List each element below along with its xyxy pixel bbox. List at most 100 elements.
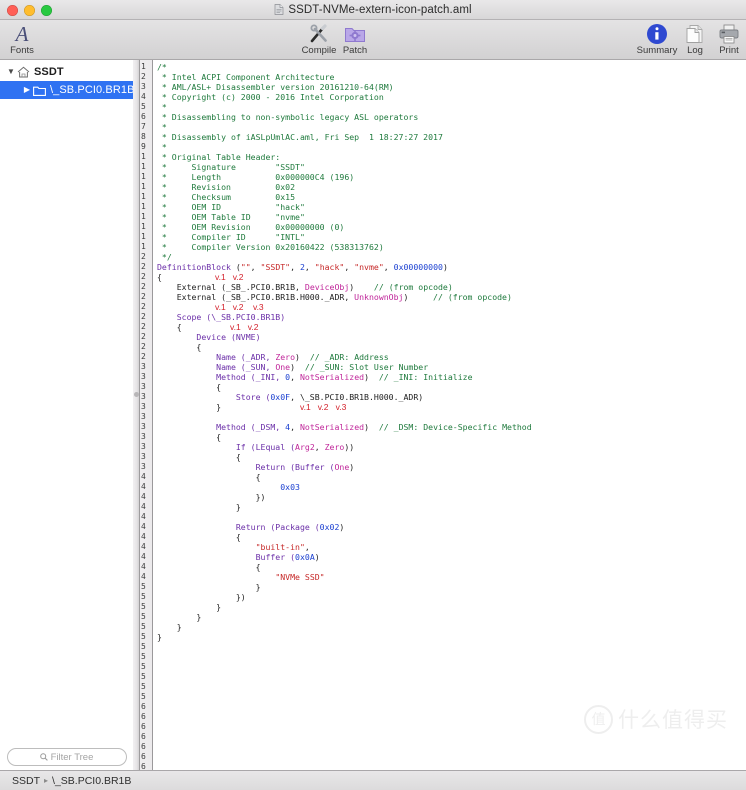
code-token: ) [349,282,374,292]
code-line: Name (_ADR, Zero) // _ADR: Address [157,352,746,362]
patch-icon [344,22,366,45]
code-token: // _SUN: Slot User Number [304,362,429,372]
code-token: * OEM Table ID "nvme" [157,212,305,222]
code-token: Scope (\_SB.PCI0.BR1B) [157,312,286,322]
code-token: * Checksum 0x15 [157,192,296,202]
code-token: "NVMe SSD" [275,572,325,582]
print-button[interactable]: Print [701,22,746,56]
code-token: , [344,262,355,272]
folder-icon [32,85,47,96]
title-bar: SSDT-NVMe-extern-icon-patch.aml [0,0,746,20]
code-token: Return (Package ( [157,522,320,532]
code-line: } [157,582,746,592]
code-line: /* [157,62,746,72]
disclosure-triangle-icon[interactable]: ▼ [6,67,16,77]
code-token: { [157,322,182,332]
code-line: 0x03 [157,482,746,492]
fonts-button[interactable]: A Fonts [0,22,50,56]
code-text-area[interactable]: /* * Intel ACPI Component Architecture *… [153,60,746,770]
code-line: * Disassembly of iASLpUmlAC.aml, Fri Sep… [157,132,746,142]
line-number: 2 [141,292,146,301]
split-divider[interactable] [133,60,140,770]
code-line: { [157,562,746,572]
code-line: { [157,472,746,482]
line-number: 6 [141,742,146,751]
line-number: 5 [141,662,146,671]
code-line: * OEM Table ID "nvme" [157,212,746,222]
disclosure-triangle-icon[interactable]: ▶ [22,85,32,95]
line-number: 6 [141,702,146,711]
line-number: 5 [141,582,146,591]
tree-item-sb-pci0-br1b[interactable]: ▶ \_SB.PCI0.BR1B [0,81,133,99]
code-token: Method (_INI, [157,372,286,382]
code-line: Method (_DSM, 4, NotSerialized) // _DSM:… [157,422,746,432]
code-token: DeviceObj [304,282,350,292]
code-token: * Revision 0x02 [157,182,296,192]
line-number: 7 [141,122,146,131]
code-token: } [157,582,261,592]
code-token: , [383,262,394,272]
code-editor[interactable]: 1234567891111111111222222222223333333333… [140,60,746,770]
line-number: 4 [141,552,146,561]
line-number: 3 [141,382,146,391]
split-divider-handle[interactable] [134,392,139,397]
code-token: Device (NVME) [157,332,261,342]
line-number: 1 [141,222,146,231]
code-token: }) [157,492,266,502]
line-number: 4 [141,572,146,581]
line-number: 6 [141,762,146,770]
code-token: */ [157,252,172,262]
code-token: , \_SB.PCI0.BR1B.H000._ADR) [290,392,424,402]
code-token: * AML/ASL+ Disassembler version 20161210… [157,82,394,92]
code-token: If (LEqual ( [157,442,296,452]
annotation-marker: v.1 v.2 [230,322,259,332]
zoom-button[interactable] [41,5,52,16]
code-token: Zero [324,442,345,452]
code-token: _SB_ [226,282,246,292]
code-line: * Original Table Header: [157,152,746,162]
line-number: 6 [141,712,146,721]
window-controls [7,5,52,16]
code-line: * Intel ACPI Component Architecture [157,72,746,82]
line-number: 2 [141,312,146,321]
line-number: 4 [141,472,146,481]
filter-tree-input[interactable]: Filter Tree [6,748,127,766]
code-token: * [157,142,167,152]
minimize-button[interactable] [24,5,35,16]
code-token: NotSerialized [299,372,365,382]
code-line: * Compiler ID "INTL" [157,232,746,242]
code-token: "hack" [314,262,345,272]
line-number: 1 [141,152,146,161]
code-token: { [157,562,261,572]
code-line: If (LEqual (Arg2, Zero)) [157,442,746,452]
line-number: 3 [141,412,146,421]
code-token: * OEM ID "hack" [157,202,305,212]
line-number: 2 [141,352,146,361]
code-token: One [334,462,350,472]
code-token: ) [442,262,448,272]
status-path: \_SB.PCI0.BR1B [52,774,132,787]
line-number: 3 [141,372,146,381]
line-number: 5 [141,592,146,601]
code-token: )) [344,442,355,452]
code-token: Store ( [157,392,271,402]
line-number: 5 [141,612,146,621]
line-number: 3 [141,422,146,431]
code-token: Name (_ADR, [157,352,276,362]
code-line: * OEM Revision 0x00000000 (0) [157,222,746,232]
code-token: * [157,122,167,132]
tree-item-ssdt[interactable]: ▼ SSDT [0,63,133,81]
line-number: 4 [141,482,146,491]
code-token: , [290,372,300,382]
code-token: , [290,422,300,432]
close-button[interactable] [7,5,18,16]
code-token: } [157,402,222,412]
code-token: , [250,262,261,272]
code-line: Store (0x0F, \_SB.PCI0.BR1B.H000._ADR) [157,392,746,402]
patch-button[interactable]: Patch [327,22,383,56]
code-token: "nvme" [354,262,384,272]
source-tree[interactable]: ▼ SSDT ▶ \_SB.PCI0.BR1B [0,60,133,744]
